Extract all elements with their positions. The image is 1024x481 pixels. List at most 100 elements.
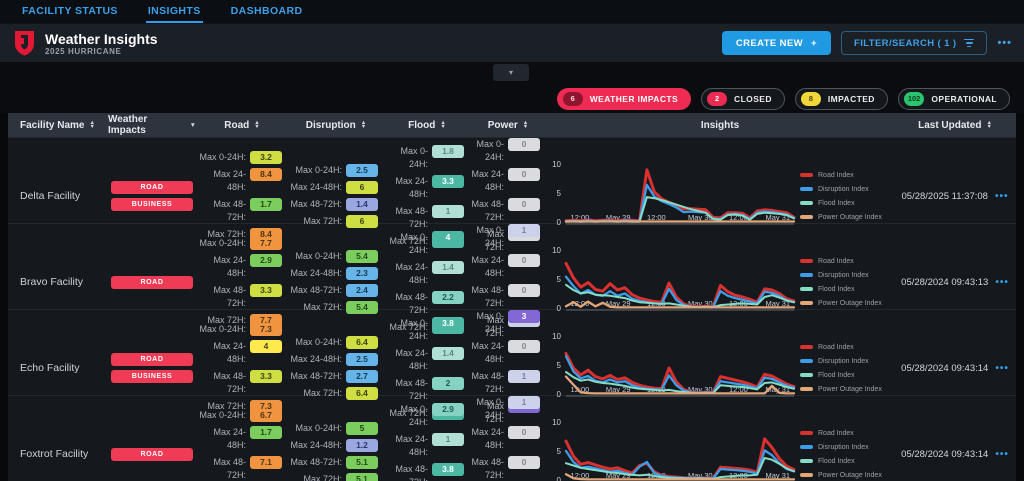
metric-value-badge: 0 — [508, 426, 540, 439]
legend-label: Disruption Index — [818, 272, 869, 279]
metric-label: Max 0-24H: — [196, 237, 246, 250]
insights-chart-cell: 105012:00May 2912:00May 3012:00May 31Roa… — [546, 396, 894, 481]
metric-value-badge: 2.4 — [346, 284, 378, 297]
column-header-facility-name[interactable]: Facility Name▲▼ — [8, 120, 108, 131]
metric-label: Max 24-48H: — [290, 439, 342, 452]
legend-label: Power Outage Index — [818, 386, 882, 393]
metric-value-badge: 1.2 — [346, 439, 378, 452]
metric-value-badge: 3.3 — [250, 370, 282, 383]
metric-value-badge: 1 — [432, 205, 464, 218]
tab-dashboard[interactable]: DASHBOARD — [229, 0, 305, 23]
last-updated-value: 05/28/2025 11:37:08 — [902, 191, 988, 202]
metrics-cell-disruption: Max 0-24H:5.4Max 24-48H:2.3Max 48-72H:2.… — [288, 250, 384, 314]
metric-label: Max 0-24H: — [384, 403, 428, 429]
metric-value-badge: 6 — [346, 181, 378, 194]
facility-name: Foxtrot Facility — [8, 448, 108, 460]
metric-value-badge: 2.9 — [250, 254, 282, 267]
impact-chip-road: ROAD — [111, 353, 193, 366]
metric-label: Max 24-48H: — [384, 347, 428, 373]
legend-item: Disruption Index — [800, 186, 890, 193]
metric-value-badge: 2.2 — [432, 291, 464, 304]
collapse-button[interactable]: ▾ — [493, 64, 529, 81]
column-header-power[interactable]: Power▲▼ — [470, 120, 546, 131]
tab-facility-status[interactable]: FACILITY STATUS — [20, 0, 120, 23]
legend-label: Power Outage Index — [818, 214, 882, 221]
metric-label: Max 48-72H: — [290, 456, 342, 469]
header-actions: CREATE NEW + FILTER/SEARCH ( 1 ) ••• — [722, 31, 1012, 55]
metric-label: Max 0-24H: — [470, 138, 504, 164]
metric-value-badge: 1 — [508, 224, 540, 237]
chip-count-badge: 2 — [707, 92, 727, 106]
column-label: Flood — [408, 120, 435, 131]
column-label: Facility Name — [20, 120, 84, 131]
column-label: Insights — [701, 120, 739, 131]
column-header-road[interactable]: Road▲▼ — [196, 120, 288, 131]
legend-swatch — [800, 373, 813, 377]
sort-updown-icon: ▲▼ — [361, 121, 366, 130]
metric-value-badge: 3 — [508, 310, 540, 323]
column-header-disruption[interactable]: Disruption ▲▼ — [288, 120, 384, 131]
legend-item: Road Index — [800, 344, 890, 351]
row-more-button[interactable]: ••• — [995, 277, 1009, 288]
metric-label: Max 48-72H: — [196, 456, 246, 481]
chip-label: IMPACTED — [828, 94, 875, 104]
create-new-button[interactable]: CREATE NEW + — [722, 31, 831, 55]
metrics-cell-power: Max 0-24H:1Max 24-48H:0Max 48-72H:0Max 7… — [470, 396, 546, 481]
series-line-disruption-index — [566, 185, 794, 222]
impact-chips-cell: ROADBUSINESS — [108, 181, 196, 211]
y-axis-tick: 10 — [552, 246, 561, 255]
metric-label: Max 48-72H: — [290, 198, 342, 211]
status-chip-impacted[interactable]: 8IMPACTED — [795, 88, 888, 110]
legend-swatch — [800, 273, 813, 277]
metrics-cell-road: Max 0-24H:6.7Max 24-48H:1.7Max 48-72H:7.… — [196, 409, 288, 481]
metric-label: Max 24-48H: — [196, 254, 246, 280]
status-chip-operational[interactable]: 102OPERATIONAL — [898, 88, 1010, 110]
status-chip-weather-impacts[interactable]: 6WEATHER IMPACTS — [557, 88, 691, 110]
metric-value-badge: 0 — [508, 198, 540, 211]
last-updated-cell: 05/28/2025 11:37:08 ••• — [894, 191, 1016, 202]
filter-search-button[interactable]: FILTER/SEARCH ( 1 ) — [841, 31, 987, 55]
metric-value-badge: 6.4 — [346, 387, 378, 400]
metric-value-badge: 3.2 — [250, 151, 282, 164]
column-label: Weather Impacts — [108, 114, 185, 136]
metric-label: Max 24-48H: — [290, 267, 342, 280]
header-more-button[interactable]: ••• — [997, 37, 1012, 49]
legend-item: Disruption Index — [800, 444, 890, 451]
metric-label: Max 0-24H: — [470, 310, 504, 336]
metrics-cell-road: Max 0-24H:3.2Max 24-48H:8.4Max 48-72H:1.… — [196, 151, 288, 241]
metric-value-badge: 5 — [346, 422, 378, 435]
column-label: Disruption — [306, 120, 356, 131]
metric-value-badge: 1.7 — [250, 198, 282, 211]
legend-label: Disruption Index — [818, 444, 869, 451]
metric-value-badge: 6.7 — [250, 409, 282, 422]
chip-label: CLOSED — [734, 94, 772, 104]
metric-value-badge: 2.7 — [346, 370, 378, 383]
row-more-button[interactable]: ••• — [995, 363, 1009, 374]
column-header-last-updated[interactable]: Last Updated▲▼ — [894, 120, 1016, 131]
row-more-button[interactable]: ••• — [995, 449, 1009, 460]
brand-shield-logo — [14, 30, 35, 56]
metric-value-badge: 1.4 — [346, 198, 378, 211]
legend-item: Power Outage Index — [800, 300, 890, 307]
metric-label: Max 24-48H: — [470, 168, 504, 194]
legend-item: Road Index — [800, 258, 890, 265]
last-updated-value: 05/28/2024 09:43:13 — [901, 277, 988, 288]
legend-label: Road Index — [818, 430, 854, 437]
chip-label: WEATHER IMPACTS — [590, 94, 678, 104]
status-chip-closed[interactable]: 2 CLOSED — [701, 88, 785, 110]
legend-item: Flood Index — [800, 286, 890, 293]
metric-value-badge: 1 — [508, 370, 540, 383]
tab-insights[interactable]: INSIGHTS — [146, 0, 203, 23]
metric-value-badge: 1 — [432, 433, 464, 446]
metrics-cell-disruption: Max 0-24H:6.4Max 24-48H:2.5Max 48-72H:2.… — [288, 336, 384, 400]
last-updated-cell: 05/28/2024 09:43:14••• — [894, 449, 1016, 460]
metric-value-badge: 1.8 — [432, 145, 464, 158]
metric-value-badge: 0 — [508, 168, 540, 181]
legend-swatch — [800, 259, 813, 263]
row-more-button[interactable]: ••• — [995, 191, 1009, 202]
filter-search-label: FILTER/SEARCH ( 1 ) — [854, 38, 956, 49]
legend-label: Road Index — [818, 172, 854, 179]
column-header-flood[interactable]: Flood▲▼ — [384, 120, 470, 131]
column-header-weather-impacts[interactable]: Weather Impacts▼ — [108, 114, 196, 136]
status-chips-row: 6WEATHER IMPACTS 2 CLOSED 8IMPACTED 102OPERA… — [0, 84, 1024, 113]
